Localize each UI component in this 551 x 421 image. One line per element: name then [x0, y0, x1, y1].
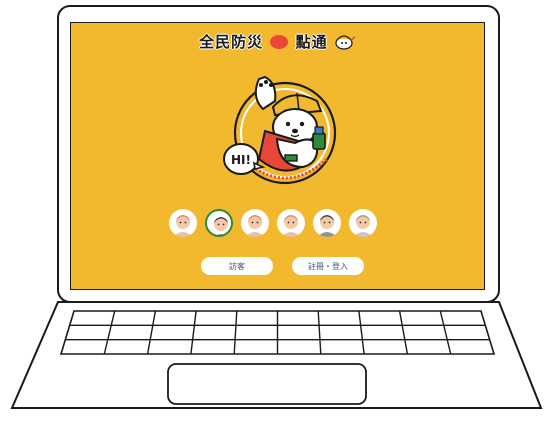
- avatar-picker: [169, 209, 389, 239]
- avatar-option[interactable]: [277, 209, 305, 237]
- avatar-option[interactable]: [349, 209, 377, 237]
- avatar-option[interactable]: [205, 209, 233, 237]
- logo-text-a: 全民防災: [199, 33, 264, 51]
- person-avatar-icon: [317, 215, 337, 237]
- avatar-option[interactable]: [241, 209, 269, 237]
- mascot-hero-image: HI!: [223, 75, 337, 185]
- person-avatar-icon: [173, 215, 193, 237]
- app-screen: 全民防災 點通 HI! 訪客 註冊・登入: [70, 22, 485, 290]
- register-login-button[interactable]: 註冊・登入: [292, 257, 364, 275]
- person-avatar-icon: [281, 215, 301, 237]
- avatar-option[interactable]: [169, 209, 197, 237]
- logo-blob-icon: [270, 34, 289, 49]
- logo-text-b: 點通: [295, 33, 328, 51]
- person-avatar-icon: [245, 215, 265, 237]
- person-avatar-icon: [353, 215, 373, 237]
- logo-mascot-icon: [335, 34, 356, 50]
- trackpad: [167, 363, 367, 405]
- speech-bubble-text: HI!: [231, 153, 251, 167]
- app-logo: 全民防災 點通: [71, 31, 484, 52]
- person-avatar-icon: [214, 217, 228, 235]
- avatar-option[interactable]: [313, 209, 341, 237]
- guest-button[interactable]: 訪客: [201, 257, 273, 275]
